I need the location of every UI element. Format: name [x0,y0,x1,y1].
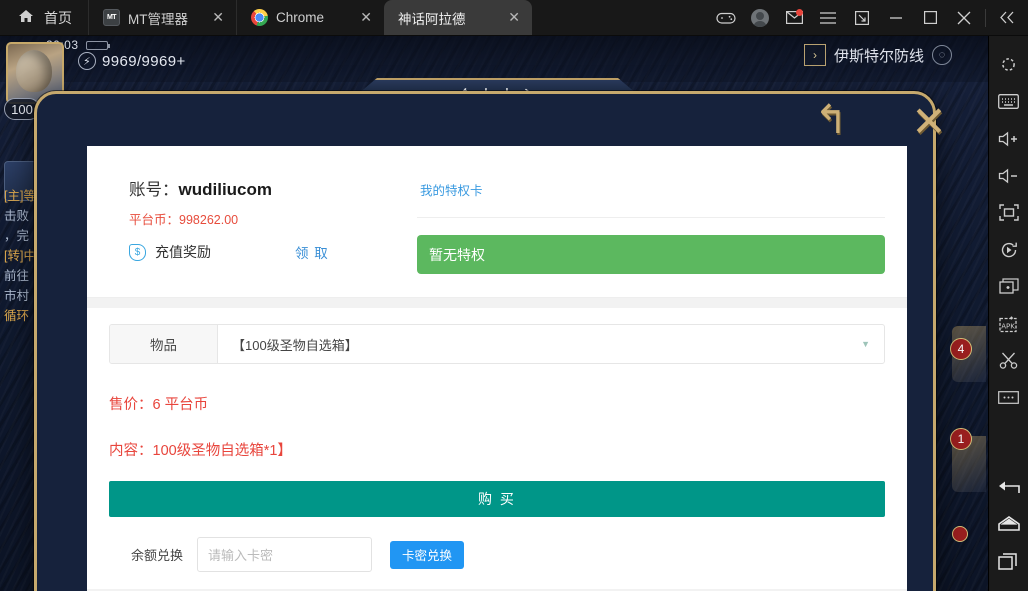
claim-button[interactable]: 领 取 [295,242,329,262]
divider [985,8,986,27]
maximize-icon[interactable] [913,0,947,36]
close-icon[interactable] [947,0,981,36]
home-tab[interactable]: 首页 [0,0,88,35]
minimize-icon[interactable] [879,0,913,36]
notification-badge [796,8,803,16]
close-icon[interactable]: ✕ [346,9,372,26]
tab-mt-manager[interactable]: MT MT管理器 ✕ [88,0,236,35]
recents-icon[interactable] [989,542,1028,579]
redeem-label: 余额兑换 [130,548,183,563]
chevron-down-icon[interactable]: ▼ [861,339,870,349]
gamepad-icon[interactable] [709,0,743,36]
home-icon[interactable] [989,505,1028,542]
energy-icon: ⚡ [78,52,96,70]
money-bag-icon: $ [129,243,146,261]
account-info: 账号：wudiliucom 平台币：998262.00 $ 充值奖励 领 取 [109,176,399,297]
item-contents: 内容：100级圣物自选箱*1】 [109,443,292,459]
mt-manager-icon: MT [103,9,120,26]
titlebar-actions [709,0,1028,35]
item-select-value-wrap[interactable]: 【100级圣物自选箱】 ▼ [218,325,884,363]
account-card: 账号：wudiliucom 平台币：998262.00 $ 充值奖励 领 取 我… [87,146,907,298]
battery-icon [86,41,110,50]
chrome-icon [251,9,268,26]
more-icon[interactable] [989,379,1028,416]
platform-coin-value: 998262.00 [179,213,239,227]
platform-coin-row: 平台币：998262.00 [129,209,399,228]
item-price: 售价：6 平台币 [109,397,209,413]
account-avatar-icon[interactable] [743,0,777,36]
menu-icon[interactable] [811,0,845,36]
keyboard-icon[interactable] [989,83,1028,120]
my-privilege-card-link[interactable]: 我的特权卡 [417,176,885,218]
privilege-status-badge: 暂无特权 [417,235,885,274]
frame-ornament [37,94,79,130]
volume-up-icon[interactable] [989,120,1028,157]
energy-value: 9969/9969+ [102,52,186,70]
back-button[interactable]: ↰ [800,98,862,142]
notification-badge-4[interactable]: 4 [950,338,972,360]
close-button[interactable]: ✕ [905,98,953,146]
energy-counter[interactable]: ⚡ 9969/9969+ [78,52,186,70]
fullscreen-icon[interactable] [989,194,1028,231]
privilege-section: 我的特权卡 暂无特权 [399,176,885,297]
close-icon[interactable]: ✕ [494,9,520,26]
close-icon[interactable]: ✕ [198,9,224,26]
app-root: 首页 MT MT管理器 ✕ Chrome ✕ 神话阿拉德 ✕ 100 ⚡ 996… [0,0,1028,591]
back-icon[interactable] [989,468,1028,505]
scissors-icon[interactable] [989,342,1028,379]
redeem-button[interactable]: 卡密兑换 [390,540,465,569]
tab-strip: MT MT管理器 ✕ Chrome ✕ 神话阿拉德 ✕ [88,0,532,53]
titlebar: 首页 MT MT管理器 ✕ Chrome ✕ 神话阿拉德 ✕ [0,0,1028,53]
buy-button[interactable]: 购 买 [109,481,885,517]
account-row: 账号：wudiliucom [129,176,399,200]
avatar [751,8,769,27]
section-divider [87,298,907,308]
item-select-value: 【100级圣物自选箱】 [232,337,358,353]
redeem-input[interactable]: 请输入卡密 [197,537,372,572]
collapse-left-icon[interactable] [990,0,1024,36]
apk-install-icon[interactable]: APK [989,305,1028,342]
emulator-sidebar: APK [988,36,1028,591]
item-select[interactable]: 物品 【100级圣物自选箱】 ▼ [109,324,885,364]
record-icon[interactable] [989,231,1028,268]
tab-label: 神话阿拉德 [398,11,466,27]
svg-text:APK: APK [1001,322,1015,330]
notification-badge-dot[interactable] [952,526,968,542]
chevron-right-icon[interactable]: › [803,44,826,66]
webview-content: 账号：wudiliucom 平台币：998262.00 $ 充值奖励 领 取 我… [87,146,907,591]
volume-down-icon[interactable] [989,157,1028,194]
account-username: wudiliucom [178,180,273,199]
tab-label: Chrome [276,10,325,25]
search-icon[interactable]: ◌ [932,45,952,65]
home-tab-label: 首页 [44,9,72,26]
settings-icon[interactable] [989,46,1028,83]
tab-chrome[interactable]: Chrome ✕ [236,0,384,35]
frame-ornament [37,576,89,591]
zone-label: 伊斯特尔防线 [833,47,924,65]
zone-indicator[interactable]: › 伊斯特尔防线 ◌ [803,44,952,66]
mail-icon[interactable] [777,0,811,36]
notification-badge-1[interactable]: 1 [950,428,972,450]
add-screen-icon[interactable] [989,268,1028,305]
resize-icon[interactable] [845,0,879,36]
shop-card: 物品 【100级圣物自选箱】 ▼ 售价：6 平台币 内容：100级圣物自选箱*1… [87,308,907,589]
account-label: 账号： [129,181,179,199]
tab-label: MT管理器 [128,11,188,27]
redeem-row: 余额兑换 请输入卡密 卡密兑换 [109,537,885,589]
recharge-bonus-label: 充值奖励 [155,244,211,260]
item-select-label: 物品 [110,325,218,363]
home-icon [18,9,34,26]
recharge-bonus-row: $ 充值奖励 领 取 [129,242,399,262]
tab-game-shenhua-alade[interactable]: 神话阿拉德 ✕ [384,0,532,53]
platform-coin-label: 平台币： [129,213,180,227]
game-viewport[interactable]: 20:03 100 ⚡ 9969/9969+ › 伊斯特尔防线 ◌ 个人中心 [… [0,36,988,591]
